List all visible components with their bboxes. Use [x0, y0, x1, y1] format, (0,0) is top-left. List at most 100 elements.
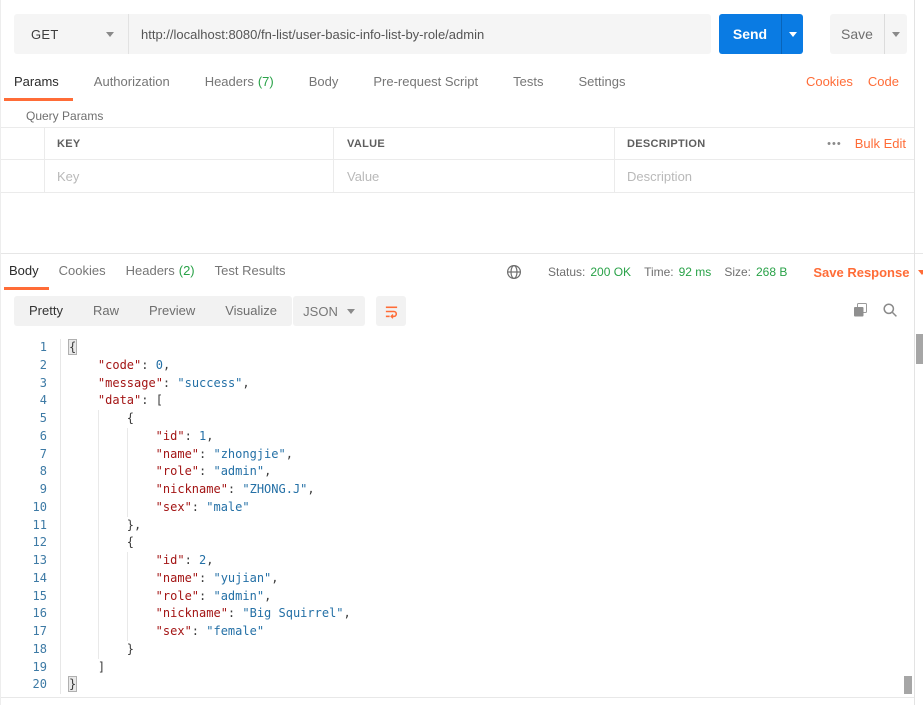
save-button-label[interactable]: Save	[830, 14, 884, 54]
query-params-table: KEY VALUE DESCRIPTION ••• Bulk Edit	[1, 127, 914, 193]
tab-pre-request-script[interactable]: Pre-request Script	[373, 68, 478, 101]
indent-guide	[97, 410, 127, 428]
code-line: 12 {	[1, 534, 914, 552]
code-line: 15 "role": "admin",	[1, 587, 914, 606]
response-meta: Status: 200 OK Time: 92 ms Size: 268 B S…	[506, 262, 923, 282]
response-tabs: Body Cookies Headers (2) Test Results	[4, 255, 305, 290]
indent-guide	[97, 445, 127, 464]
code-line: 3 "message": "success",	[1, 374, 914, 393]
line-number: 1	[1, 339, 61, 357]
tab-body[interactable]: Body	[309, 68, 339, 101]
tab-tests[interactable]: Tests	[513, 68, 543, 101]
request-url-input[interactable]	[129, 14, 711, 54]
indent-guide	[69, 623, 98, 641]
line-number: 18	[1, 640, 61, 659]
indent-guide	[126, 481, 156, 499]
wrap-text-button[interactable]	[376, 296, 406, 326]
response-tab-body[interactable]: Body	[4, 255, 49, 290]
json-value: "zhongjie"	[213, 446, 286, 461]
chevron-down-icon	[788, 31, 797, 37]
line-content: }	[61, 640, 134, 659]
response-format-select[interactable]: JSON	[293, 296, 365, 326]
search-icon[interactable]	[882, 302, 898, 318]
params-header-row: KEY VALUE DESCRIPTION ••• Bulk Edit	[1, 127, 914, 160]
response-body-editor[interactable]: 1{2 "code": 0, 3 "message": "success", 4 "dat…	[1, 335, 914, 697]
json-punct: ,	[285, 446, 293, 461]
code-line: 7 "name": "zhongjie",	[1, 445, 914, 464]
chevron-down-icon	[918, 269, 923, 275]
vertical-scrollbar-thumb[interactable]	[916, 334, 923, 364]
line-number: 16	[1, 605, 61, 623]
indent-guide	[69, 481, 98, 499]
view-raw[interactable]: Raw	[78, 296, 134, 326]
line-number: 9	[1, 481, 61, 499]
save-response-button[interactable]: Save Response	[813, 265, 923, 280]
json-key: "role"	[155, 588, 200, 603]
json-punct: ,	[242, 375, 250, 390]
code-line: 2 "code": 0,	[1, 356, 914, 375]
horizontal-scrollbar-thumb[interactable]	[904, 676, 912, 694]
json-key: "data"	[97, 393, 142, 408]
json-punct: :	[199, 446, 214, 461]
cookies-link[interactable]: Cookies	[806, 74, 853, 89]
postman-request-window: GET Send Save Params Authorization Headers…	[0, 0, 923, 705]
indent-guide	[126, 569, 156, 588]
http-method-label: GET	[31, 26, 59, 42]
tab-headers[interactable]: Headers (7)	[205, 68, 274, 101]
json-key: "role"	[155, 464, 200, 479]
tab-label: Tests	[513, 74, 544, 89]
code-link[interactable]: Code	[868, 74, 899, 89]
indent-guide	[126, 445, 156, 464]
param-description-input[interactable]	[627, 168, 900, 184]
query-params-title: Query Params	[26, 109, 104, 123]
bulk-edit-link[interactable]: Bulk Edit	[855, 136, 906, 151]
json-punct: :	[191, 499, 207, 514]
line-content: "id": 2,	[61, 552, 214, 570]
tab-authorization[interactable]: Authorization	[94, 68, 170, 101]
divider	[914, 0, 915, 705]
indent-guide	[69, 588, 98, 606]
send-options-dropdown[interactable]	[781, 14, 803, 54]
json-key: "id"	[155, 428, 185, 443]
size-label: Size:	[724, 265, 751, 279]
more-actions-icon[interactable]: •••	[827, 138, 842, 150]
code-line: 5{	[1, 410, 914, 428]
response-tab-headers[interactable]: Headers (2)	[126, 255, 195, 290]
save-button[interactable]: Save	[830, 14, 907, 54]
json-punct: :	[141, 357, 156, 372]
json-punct: :	[191, 624, 207, 638]
json-value: "male"	[206, 499, 250, 514]
params-input-row	[1, 160, 914, 193]
tab-count-badge: (7)	[257, 74, 274, 89]
json-brace-highlight: }	[67, 676, 78, 693]
tab-settings[interactable]: Settings	[578, 68, 625, 101]
indent-guide	[126, 463, 156, 481]
http-method-select[interactable]: GET	[14, 14, 129, 54]
indent-guide	[126, 623, 156, 641]
save-response-label: Save Response	[813, 264, 910, 280]
tab-label: Settings	[578, 74, 626, 89]
response-tab-cookies[interactable]: Cookies	[59, 255, 106, 290]
param-value-input[interactable]	[347, 168, 601, 184]
indent-guide	[69, 605, 98, 623]
copy-icon[interactable]	[852, 302, 868, 318]
description-column-label: DESCRIPTION	[627, 137, 706, 150]
line-number: 6	[1, 427, 61, 446]
json-punct: ,	[343, 606, 351, 621]
chevron-down-icon	[106, 31, 114, 37]
param-key-input[interactable]	[57, 168, 320, 184]
params-header-actions: ••• Bulk Edit	[811, 128, 914, 159]
line-content: "name": "zhongjie",	[61, 445, 293, 464]
view-preview[interactable]: Preview	[134, 296, 210, 326]
line-content: "id": 1,	[61, 427, 214, 446]
indent-guide	[97, 534, 127, 552]
view-visualize[interactable]: Visualize	[210, 296, 292, 326]
send-button-label[interactable]: Send	[719, 14, 781, 54]
view-pretty[interactable]: Pretty	[14, 296, 78, 326]
send-button[interactable]: Send	[719, 14, 803, 54]
tab-params[interactable]: Params	[4, 68, 73, 101]
json-punct: : [	[141, 393, 163, 408]
save-options-dropdown[interactable]	[884, 14, 907, 54]
indent-guide	[69, 570, 98, 588]
response-tab-test-results[interactable]: Test Results	[215, 255, 286, 290]
